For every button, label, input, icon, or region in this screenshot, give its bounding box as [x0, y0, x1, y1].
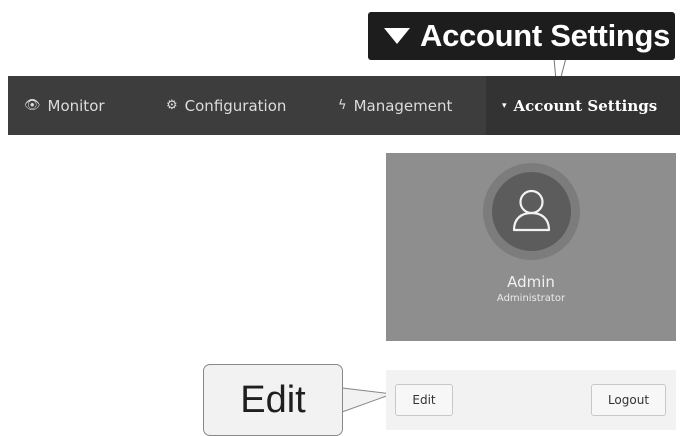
user-icon: [512, 189, 551, 232]
avatar-ring: [483, 163, 580, 260]
nav-item-label: Configuration: [184, 96, 287, 115]
top-navbar: 👁 Monitor ⚙ Configuration ϟ Management ▾…: [8, 76, 680, 135]
nav-item-label: Account Settings: [513, 96, 658, 115]
logout-button[interactable]: Logout: [591, 384, 666, 416]
edit-callout-label: Edit: [240, 378, 306, 421]
triangle-down-icon: [384, 28, 410, 44]
nav-item-management[interactable]: ϟ Management: [318, 76, 486, 135]
profile-card: Admin Administrator: [386, 153, 676, 341]
account-settings-callout: Account Settings: [368, 12, 675, 60]
nav-item-account-settings[interactable]: ▾ Account Settings: [486, 76, 680, 135]
nav-item-configuration[interactable]: ⚙ Configuration: [146, 76, 318, 135]
profile-footer: Edit Logout: [386, 370, 676, 430]
edit-button[interactable]: Edit: [395, 384, 453, 416]
edit-callout-pointer: [341, 387, 393, 413]
bolt-icon: ϟ: [338, 98, 347, 113]
nav-item-label: Monitor: [47, 96, 105, 115]
avatar: [492, 172, 571, 251]
nav-item-monitor[interactable]: 👁 Monitor: [8, 76, 146, 135]
eye-icon: 👁: [24, 98, 41, 113]
profile-name: Admin: [507, 273, 555, 291]
nav-item-label: Management: [353, 96, 453, 115]
gears-icon: ⚙: [166, 98, 178, 113]
edit-callout: Edit: [203, 364, 343, 436]
account-settings-callout-label: Account Settings: [420, 18, 671, 53]
caret-down-icon: ▾: [502, 100, 507, 111]
profile-role: Administrator: [496, 293, 566, 304]
